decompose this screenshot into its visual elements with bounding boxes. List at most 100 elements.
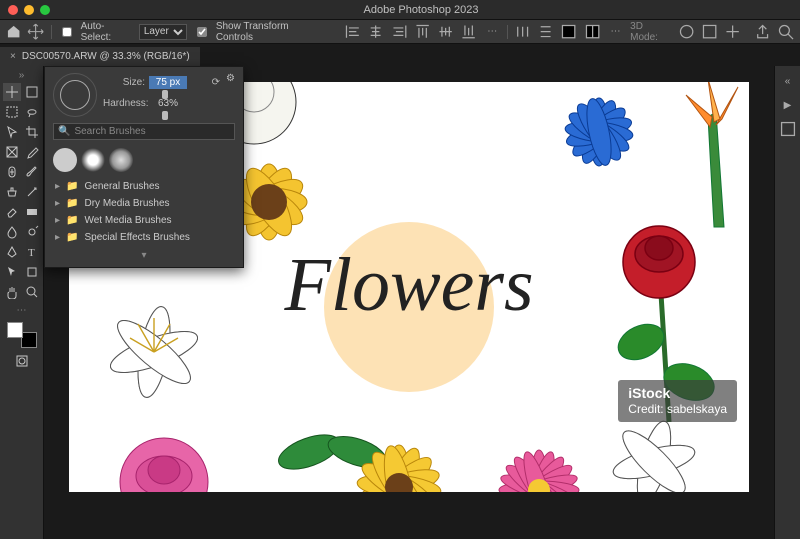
artboard-tool[interactable] bbox=[23, 83, 41, 101]
brush-preset[interactable] bbox=[53, 148, 77, 172]
history-brush-tool[interactable] bbox=[23, 183, 41, 201]
more-options-icon[interactable]: ⋯ bbox=[484, 23, 501, 41]
brush-preset[interactable] bbox=[109, 148, 133, 172]
auto-select-dropdown[interactable]: Layer bbox=[139, 24, 187, 40]
brush-folder[interactable]: ▸ 📁 Wet Media Brushes bbox=[45, 212, 243, 229]
align-middle-v-icon[interactable] bbox=[437, 23, 454, 41]
search-icon: 🔍 bbox=[58, 126, 70, 137]
folder-icon: 📁 bbox=[66, 232, 78, 243]
brush-folder-label: General Brushes bbox=[84, 181, 159, 192]
canvas-area[interactable]: Flowers iStock Credit: sabelskaya Size: … bbox=[44, 66, 774, 539]
brush-folder[interactable]: ▸ 📁 Special Effects Brushes bbox=[45, 229, 243, 246]
maximize-window-button[interactable] bbox=[40, 5, 50, 15]
eyedropper-tool[interactable] bbox=[23, 143, 41, 161]
align-left-icon[interactable] bbox=[344, 23, 361, 41]
clone-stamp-tool[interactable] bbox=[3, 183, 21, 201]
threeD-dolly-icon[interactable] bbox=[724, 23, 741, 41]
align-bottom-icon[interactable] bbox=[460, 23, 477, 41]
lasso-tool[interactable] bbox=[23, 103, 41, 121]
folder-icon: 📁 bbox=[66, 215, 78, 226]
collapsed-panels-strip: « ▶ bbox=[774, 66, 800, 539]
minimize-window-button[interactable] bbox=[24, 5, 34, 15]
show-transform-checkbox[interactable] bbox=[197, 27, 207, 37]
brush-size-value[interactable]: 75 px bbox=[149, 76, 187, 89]
brush-search-input[interactable]: 🔍 Search Brushes bbox=[53, 123, 235, 140]
threeD-mode-label: 3D Mode: bbox=[630, 21, 672, 43]
brush-folder-label: Dry Media Brushes bbox=[84, 198, 169, 209]
color-swatches[interactable] bbox=[7, 322, 37, 348]
brush-folder-label: Special Effects Brushes bbox=[84, 232, 189, 243]
foreground-color-swatch[interactable] bbox=[7, 322, 23, 338]
panel-settings-icon[interactable]: ⚙ bbox=[226, 73, 235, 84]
crop-tool[interactable] bbox=[23, 123, 41, 141]
workspace: » T ⋯ bbox=[0, 66, 800, 539]
frame-tool[interactable] bbox=[3, 143, 21, 161]
move-tool[interactable] bbox=[3, 83, 21, 101]
brush-hardness-value[interactable]: 63% bbox=[149, 97, 187, 110]
align-center-h-icon[interactable] bbox=[367, 23, 384, 41]
edit-toolbar-icon[interactable]: ⋯ bbox=[17, 305, 27, 316]
document-tab-label: DSC00570.ARW @ 33.3% (RGB/16*) bbox=[22, 51, 190, 62]
dodge-tool[interactable] bbox=[23, 223, 41, 241]
auto-select-label: Auto-Select: bbox=[81, 21, 133, 43]
watermark-credit: Credit: sabelskaya bbox=[628, 402, 727, 418]
brush-tool[interactable] bbox=[23, 163, 41, 181]
distribute-v-icon[interactable] bbox=[537, 23, 554, 41]
brush-folder-label: Wet Media Brushes bbox=[84, 215, 171, 226]
play-icon[interactable]: ▶ bbox=[779, 96, 797, 114]
panel-resize-grip[interactable]: ▾ bbox=[45, 248, 243, 263]
align-top-icon[interactable] bbox=[414, 23, 431, 41]
separator bbox=[51, 25, 52, 39]
search-icon[interactable] bbox=[777, 23, 794, 41]
close-tab-icon[interactable]: × bbox=[10, 51, 16, 62]
artwork-headline: Flowers bbox=[239, 242, 579, 329]
marquee-tool[interactable] bbox=[3, 103, 21, 121]
chevron-right-icon: ▸ bbox=[55, 215, 60, 226]
path-selection-tool[interactable] bbox=[3, 263, 21, 281]
type-tool[interactable]: T bbox=[23, 243, 41, 261]
chevron-right-icon: ▸ bbox=[55, 181, 60, 192]
brush-hardness-label: Hardness: bbox=[103, 98, 145, 109]
gradient-tool[interactable] bbox=[23, 203, 41, 221]
selection-tool[interactable] bbox=[3, 123, 21, 141]
hand-tool[interactable] bbox=[3, 283, 21, 301]
stock-watermark: iStock Credit: sabelskaya bbox=[618, 380, 737, 422]
threeD-orbit-icon[interactable] bbox=[678, 23, 695, 41]
blur-tool[interactable] bbox=[3, 223, 21, 241]
align-right-icon[interactable] bbox=[391, 23, 408, 41]
show-transform-label: Show Transform Controls bbox=[216, 21, 324, 43]
shape-tool[interactable] bbox=[23, 263, 41, 281]
window-titlebar: Adobe Photoshop 2023 bbox=[0, 0, 800, 20]
panel-grip-icon[interactable]: » bbox=[19, 70, 25, 81]
quick-mask-tool[interactable] bbox=[13, 352, 31, 370]
auto-select-checkbox[interactable] bbox=[62, 27, 72, 37]
home-icon[interactable] bbox=[6, 24, 21, 40]
brush-preset[interactable] bbox=[81, 148, 105, 172]
zoom-tool[interactable] bbox=[23, 283, 41, 301]
pen-tool[interactable] bbox=[3, 243, 21, 261]
folder-icon: 📁 bbox=[66, 181, 78, 192]
distribute-h-icon[interactable] bbox=[514, 23, 531, 41]
distribute-spacing-v-icon[interactable] bbox=[584, 23, 601, 41]
brush-folder-list: ▸ 📁 General Brushes ▸ 📁 Dry Media Brushe… bbox=[45, 176, 243, 248]
brush-tip-preview[interactable] bbox=[53, 73, 97, 117]
threeD-pan-icon[interactable] bbox=[701, 23, 718, 41]
share-icon[interactable] bbox=[754, 23, 771, 41]
expand-panels-icon[interactable]: « bbox=[779, 72, 797, 90]
close-window-button[interactable] bbox=[8, 5, 18, 15]
healing-brush-tool[interactable] bbox=[3, 163, 21, 181]
brush-settings-panel: Size: 75 px ⟳ Hardness: 63% ⚙ 🔍 Sear bbox=[44, 66, 244, 268]
svg-text:T: T bbox=[28, 247, 35, 259]
flip-brush-icon[interactable]: ⟳ bbox=[212, 77, 220, 88]
move-tool-icon bbox=[27, 23, 44, 41]
eraser-tool[interactable] bbox=[3, 203, 21, 221]
background-color-swatch[interactable] bbox=[21, 332, 37, 348]
brush-folder[interactable]: ▸ 📁 General Brushes bbox=[45, 178, 243, 195]
brush-folder[interactable]: ▸ 📁 Dry Media Brushes bbox=[45, 195, 243, 212]
folder-icon: 📁 bbox=[66, 198, 78, 209]
document-tab[interactable]: × DSC00570.ARW @ 33.3% (RGB/16*) bbox=[0, 47, 200, 66]
history-panel-icon[interactable] bbox=[779, 120, 797, 138]
distribute-spacing-h-icon[interactable] bbox=[560, 23, 577, 41]
more-options-icon[interactable]: ⋯ bbox=[607, 23, 624, 41]
chevron-right-icon: ▸ bbox=[55, 198, 60, 209]
